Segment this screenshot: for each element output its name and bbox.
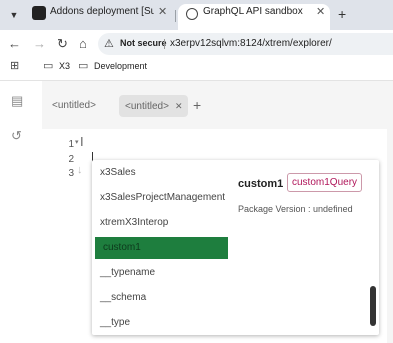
- bookmark-x3[interactable]: X3: [59, 61, 70, 71]
- url-text[interactable]: x3erpv12sqlvm:8124/xtrem/explorer/: [170, 38, 332, 49]
- close-icon[interactable]: ✕: [175, 101, 183, 111]
- close-tab-icon[interactable]: ✕: [158, 5, 167, 18]
- new-tab-icon[interactable]: +: [338, 6, 346, 22]
- document-icon[interactable]: ▤: [11, 93, 23, 109]
- tab-title-graphql: GraphQL API sandbox: [203, 6, 303, 17]
- ibeam-cursor-icon: I: [80, 134, 84, 149]
- bookmark-development[interactable]: Development: [94, 61, 147, 71]
- scrollbar-thumb[interactable]: [370, 286, 376, 326]
- fold-chevron-icon[interactable]: ▾: [75, 138, 79, 146]
- doc-tab-label: <untitled>: [125, 101, 169, 112]
- folder-icon: ▭: [78, 60, 89, 72]
- detail-type-badge[interactable]: custom1Query: [287, 173, 363, 192]
- url-separator: [164, 39, 165, 49]
- addons-favicon-icon: [32, 6, 46, 20]
- folder-icon: ▭: [43, 60, 54, 72]
- close-tab-icon[interactable]: ✕: [316, 5, 325, 18]
- autocomplete-item[interactable]: x3Sales: [92, 162, 228, 184]
- add-tab-icon[interactable]: +: [193, 97, 201, 113]
- tab-search-icon[interactable]: ▼: [6, 7, 22, 23]
- autocomplete-list: x3Sales x3SalesProjectManagement xtremX3…: [92, 160, 230, 335]
- forward-icon[interactable]: →: [33, 36, 46, 51]
- autocomplete-item[interactable]: x3SalesProjectManagement: [92, 187, 228, 209]
- back-icon[interactable]: ←: [8, 36, 21, 51]
- apps-grid-icon[interactable]: ⊞: [10, 59, 19, 72]
- history-icon[interactable]: ↺: [11, 128, 22, 144]
- tab-separator: [175, 10, 176, 22]
- line-number: 1: [68, 139, 74, 150]
- warning-icon[interactable]: ⚠: [104, 37, 114, 50]
- home-icon[interactable]: ⌂: [79, 36, 87, 51]
- line-number: 2: [68, 154, 74, 165]
- doc-tab-1[interactable]: <untitled>: [52, 95, 96, 117]
- autocomplete-item[interactable]: __typename: [92, 262, 228, 284]
- tab-title-addons: Addons deployment [Super adm: [50, 6, 154, 17]
- line-number: 3: [68, 168, 74, 179]
- detail-package-version: Package Version : undefined: [238, 204, 353, 214]
- detail-field-name: custom1: [238, 178, 284, 190]
- globe-icon: [186, 8, 198, 20]
- hint-icon: ↓: [77, 164, 83, 176]
- autocomplete-item[interactable]: xtremX3Interop: [92, 212, 228, 234]
- not-secure-label[interactable]: Not secure: [120, 38, 167, 48]
- autocomplete-item[interactable]: __schema: [92, 287, 228, 309]
- reload-icon[interactable]: ↻: [57, 36, 68, 52]
- autocomplete-item[interactable]: __type: [92, 312, 228, 334]
- autocomplete-item-selected[interactable]: custom1: [95, 237, 228, 259]
- doc-tab-2[interactable]: <untitled> ✕: [119, 95, 189, 117]
